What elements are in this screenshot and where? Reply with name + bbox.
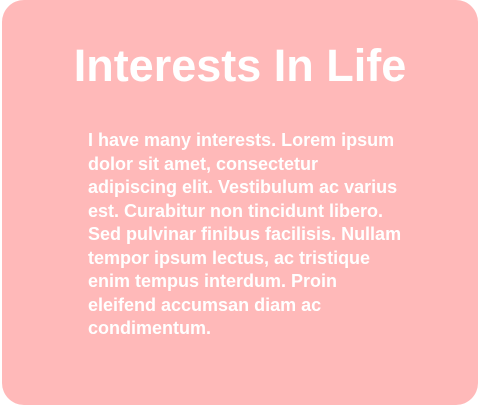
card-body-text: I have many interests. Lorem ipsum dolor… xyxy=(88,130,402,338)
card-title: Interests In Life xyxy=(73,40,407,91)
interests-card: Interests In Life I have many interests.… xyxy=(2,0,478,405)
